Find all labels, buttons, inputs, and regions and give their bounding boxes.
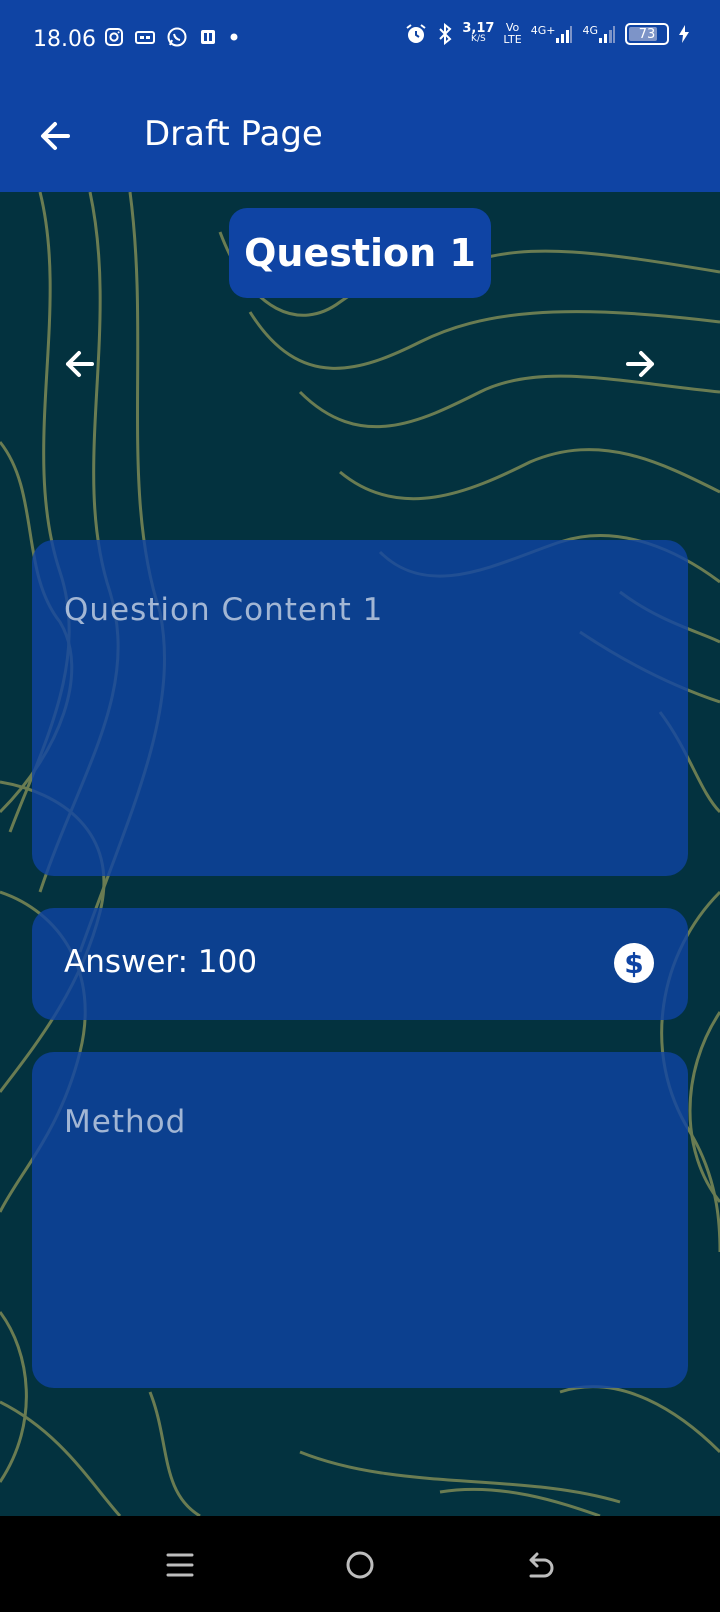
page-title: Draft Page <box>144 114 323 154</box>
app-bar: Draft Page <box>0 82 720 192</box>
status-bar: 18.06 3,17 K/S Vo LTE 4G+ 4G 73 <box>0 0 720 82</box>
next-question-arrow-icon[interactable] <box>622 346 658 382</box>
system-icons: 3,17 K/S Vo LTE 4G+ 4G 73 <box>404 22 690 46</box>
office-icon <box>201 30 215 44</box>
signal-4g-plus: 4G+ <box>531 24 574 44</box>
dot-icon <box>230 33 238 41</box>
alarm-icon <box>406 24 426 43</box>
question-content-field[interactable]: Question Content 1 <box>32 540 688 876</box>
back-arrow-icon[interactable] <box>36 116 76 156</box>
signal-4g: 4G <box>582 24 616 44</box>
method-field[interactable]: Method <box>32 1052 688 1388</box>
answer-field[interactable]: Answer: 100 $ <box>32 908 688 1020</box>
dollar-coin-icon[interactable]: $ <box>614 943 654 983</box>
battery-indicator: 73 <box>625 23 669 45</box>
home-circle-icon[interactable] <box>345 1550 375 1580</box>
question-title-badge: Question 1 <box>229 208 491 298</box>
notification-icons <box>104 26 240 48</box>
net-speed: 3,17 K/S <box>462 21 495 44</box>
menu-icon[interactable] <box>166 1550 194 1580</box>
volte-indicator: Vo LTE <box>503 21 522 46</box>
draft-content: Question 1 Question Content 1 Answer: 10… <box>0 192 720 1516</box>
status-time: 18.06 <box>33 27 96 52</box>
charging-icon <box>679 25 689 43</box>
system-navigation-bar <box>0 1516 720 1612</box>
whatsapp-icon <box>167 27 187 47</box>
card-icon <box>135 31 155 44</box>
answer-text: Answer: 100 <box>64 944 258 980</box>
question-content-placeholder: Question Content 1 <box>64 592 384 628</box>
previous-question-arrow-icon[interactable] <box>62 346 98 382</box>
back-icon[interactable] <box>526 1550 556 1580</box>
method-placeholder: Method <box>64 1104 187 1140</box>
signal-bars-icon <box>556 26 573 43</box>
instagram-icon <box>105 28 123 46</box>
signal-bars-icon <box>599 26 615 43</box>
bluetooth-icon <box>439 23 452 45</box>
